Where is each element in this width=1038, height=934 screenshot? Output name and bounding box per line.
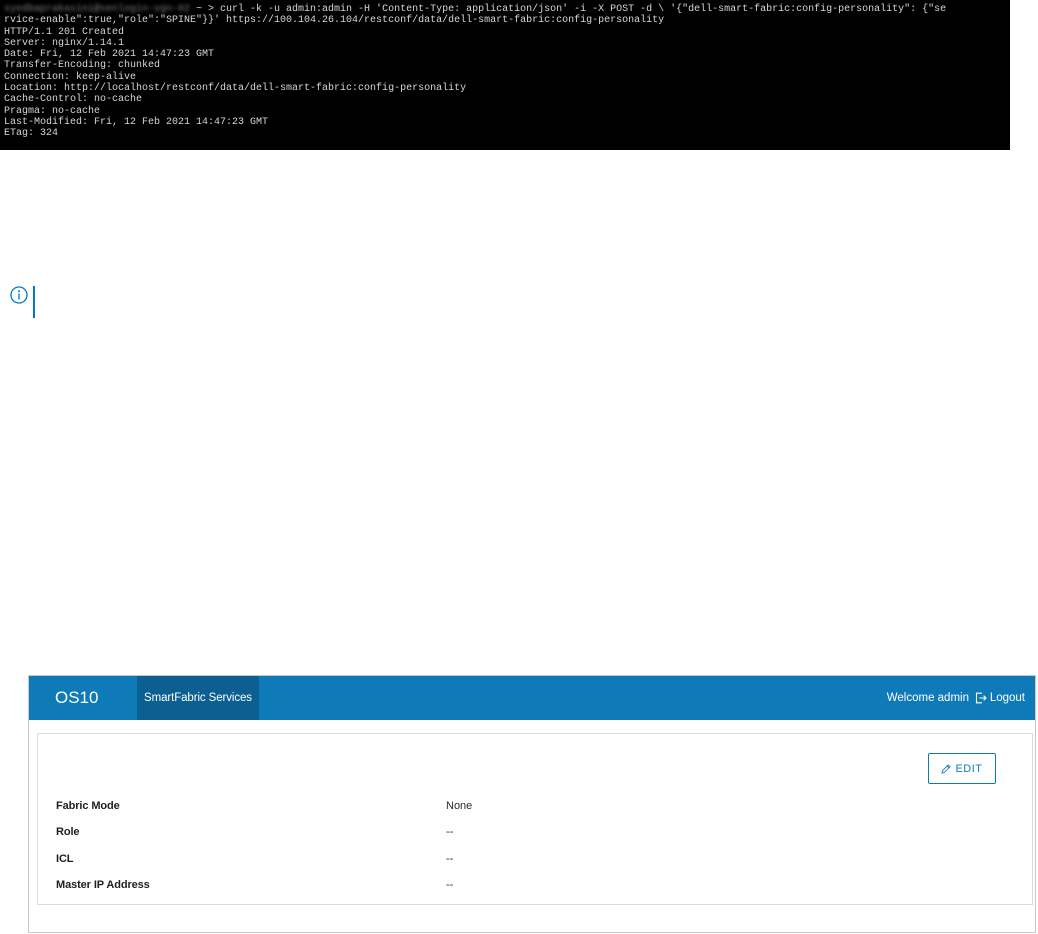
field-value: -- — [446, 853, 454, 865]
terminal-output: syedbaprakasini@senlogin-vgn-02 ~ > curl… — [0, 0, 1010, 150]
field-value: -- — [446, 826, 454, 838]
terminal-line: syedbaprakasini@senlogin-vgn-02 ~ > curl… — [4, 4, 1006, 15]
tab-smartfabric-services[interactable]: SmartFabric Services — [137, 676, 259, 720]
field-value: -- — [446, 879, 454, 891]
info-circle-icon — [10, 286, 28, 304]
field-label: Fabric Mode — [56, 800, 120, 812]
terminal-line: ETag: 324 — [4, 128, 59, 140]
field-value: None — [446, 800, 473, 812]
terminal-line: Pragma: no-cache — [4, 105, 101, 117]
note-divider — [33, 286, 35, 318]
logout-label: Logout — [989, 692, 1025, 704]
note-marker — [10, 286, 35, 318]
terminal-line: Connection: keep-alive — [4, 71, 137, 83]
terminal-line: Location: http://localhost/restconf/data… — [4, 83, 467, 95]
field-label: Master IP Address — [56, 879, 150, 891]
terminal-prompt-blurred: syedbaprakasini@senlogin-vgn-02 — [4, 4, 191, 15]
field-row-role: Role -- — [56, 826, 1016, 840]
field-row-icl: ICL -- — [56, 853, 1016, 867]
field-row-fabric-mode: Fabric Mode None — [56, 800, 1016, 814]
terminal-line: Last-Modified: Fri, 12 Feb 2021 14:47:23… — [4, 116, 269, 128]
os10-brand: OS10 — [55, 688, 99, 707]
field-row-master-ip-address: Master IP Address -- — [56, 879, 1016, 893]
terminal-line: Cache-Control: no-cache — [4, 94, 143, 106]
edit-button-label: EDIT — [955, 762, 983, 775]
terminal-line: HTTP/1.1 201 Created — [4, 26, 125, 38]
top-navigation-bar: OS10 SmartFabric Services Welcome admin … — [29, 676, 1035, 720]
pencil-icon — [941, 763, 952, 774]
smartfabric-settings-panel: EDIT Fabric Mode None Role -- ICL -- Mas… — [37, 733, 1033, 905]
terminal-line: rvice-enable":true,"role":"SPINE"}}' htt… — [4, 15, 665, 27]
os10-ui-screenshot: OS10 SmartFabric Services Welcome admin … — [28, 675, 1036, 933]
edit-button[interactable]: EDIT — [928, 753, 996, 784]
terminal-line: Date: Fri, 12 Feb 2021 14:47:23 GMT — [4, 49, 215, 61]
logout-link[interactable]: Logout — [975, 676, 1025, 720]
terminal-line: Transfer-Encoding: chunked — [4, 60, 161, 72]
field-label: Role — [56, 826, 80, 838]
field-label: ICL — [56, 853, 74, 865]
logout-icon — [975, 692, 987, 704]
terminal-line: Server: nginx/1.14.1 — [4, 37, 125, 49]
curl-command: ~ > curl -k -u admin:admin -H 'Content-T… — [190, 4, 947, 15]
welcome-user-text: Welcome admin — [886, 692, 969, 704]
